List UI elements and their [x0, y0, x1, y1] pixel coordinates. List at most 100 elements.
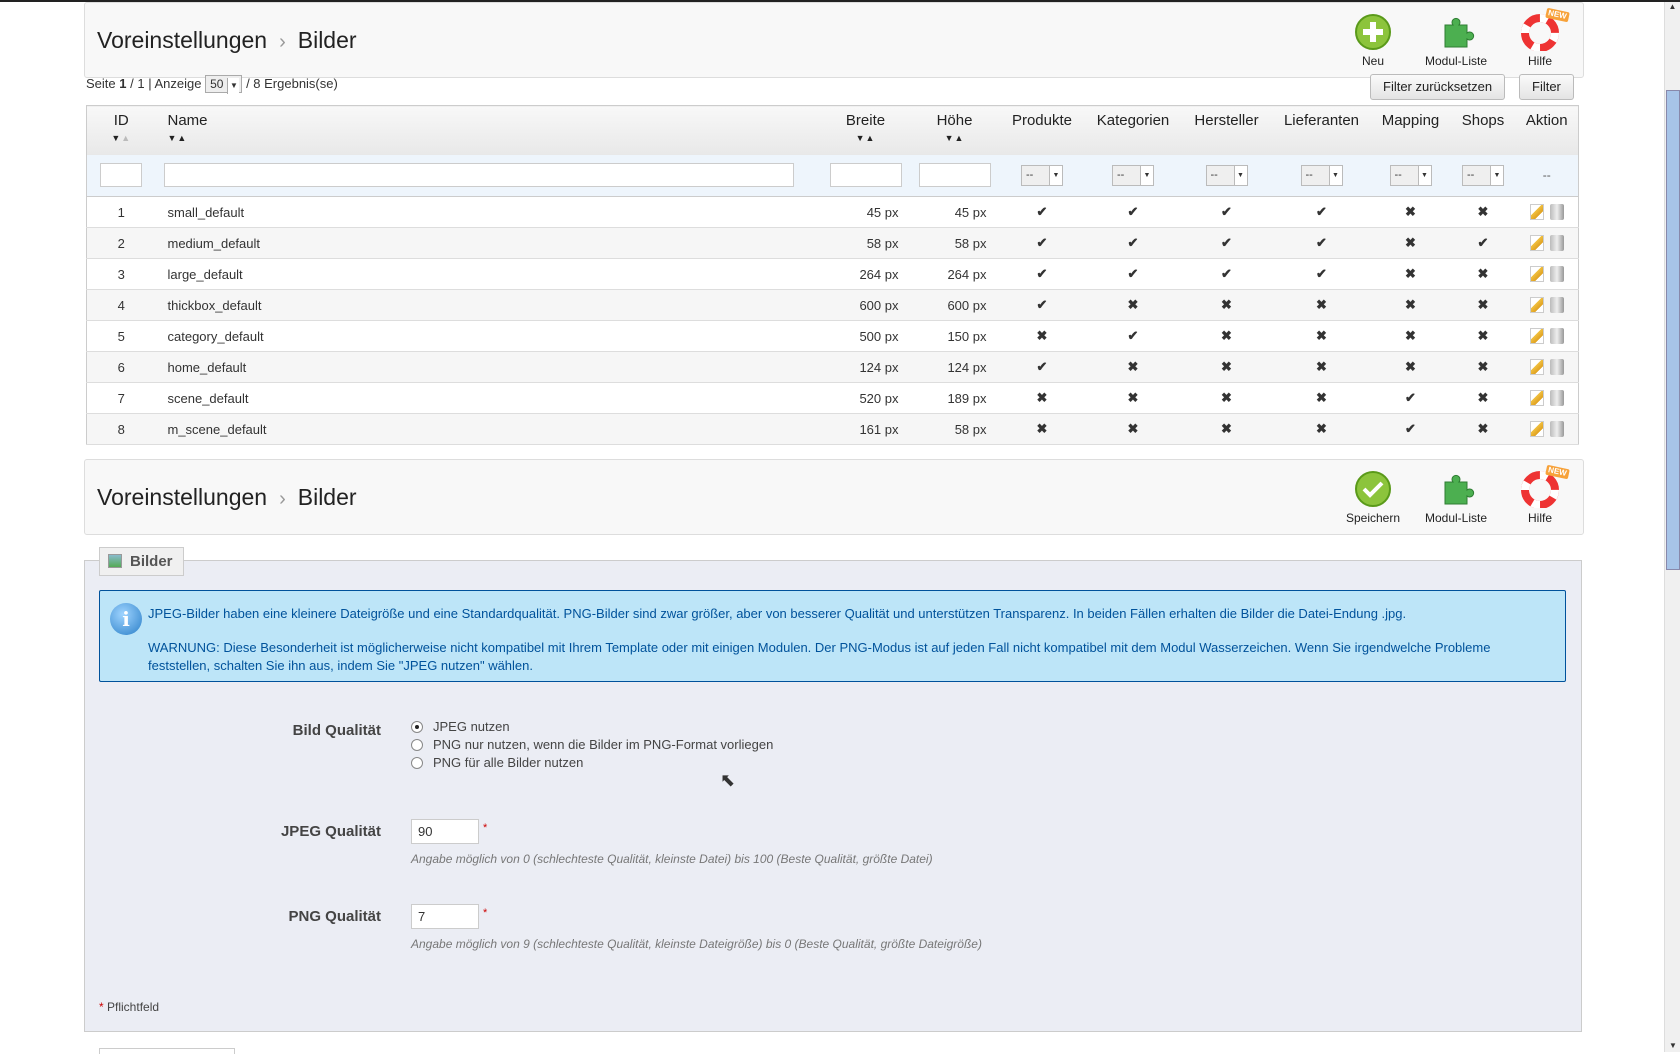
scroll-up-icon[interactable]: ▲ — [1665, 2, 1680, 11]
table-row[interactable]: 5 category_default 500 px 150 px ✖ ✔ ✖ ✖ ✖ ✖ — [86, 320, 1579, 352]
delete-icon[interactable] — [1549, 297, 1564, 314]
breadcrumb-voreinstellungen[interactable]: Voreinstellungen — [97, 27, 267, 53]
filter-button[interactable]: Filter — [1519, 74, 1574, 100]
per-page-value: 50 — [210, 77, 224, 91]
filter-width-input[interactable] — [829, 163, 902, 188]
filter-suppliers-select[interactable]: -- — [1300, 164, 1343, 186]
edit-icon[interactable] — [1529, 266, 1544, 283]
cell-name: medium_default — [155, 227, 821, 259]
column-header-action: Aktion — [1515, 105, 1579, 155]
cell-height: 45 px — [910, 196, 999, 228]
suppliers-disabled-cross-icon: ✖ — [1272, 320, 1371, 352]
categories-enabled-check-icon: ✔ — [1085, 258, 1181, 290]
scrollbar-thumb[interactable] — [1666, 90, 1680, 570]
mapping-disabled-cross-icon: ✖ — [1370, 227, 1451, 259]
radio-label: PNG nur nutzen, wenn die Bilder im PNG-F… — [433, 737, 774, 752]
filter-mapping-select[interactable]: -- — [1389, 164, 1432, 186]
scroll-down-icon[interactable]: ▼ — [1665, 1041, 1680, 1050]
column-header-products: Produkte — [998, 105, 1086, 155]
delete-icon[interactable] — [1549, 328, 1564, 345]
sort-icons[interactable]: ▼▲ — [821, 133, 911, 143]
sort-icons[interactable]: ▼▲ — [911, 133, 999, 143]
cell-id: 7 — [86, 382, 156, 414]
jpeg-quality-input[interactable]: 90 — [411, 819, 479, 844]
legend-label: Bilder — [130, 553, 173, 570]
delete-icon[interactable] — [1549, 235, 1564, 252]
cell-name: large_default — [155, 258, 821, 290]
radio-button[interactable] — [411, 757, 423, 769]
filter-categories-select[interactable]: -- — [1112, 164, 1154, 186]
module-list-button[interactable]: Modul-Liste — [1416, 470, 1496, 525]
delete-icon[interactable] — [1549, 359, 1564, 376]
table-row[interactable]: 3 large_default 264 px 264 px ✔ ✔ ✔ ✔ ✖ ✖ — [86, 258, 1579, 290]
categories-disabled-cross-icon: ✖ — [1085, 382, 1181, 414]
help-button[interactable]: NEW Hilfe — [1500, 7, 1580, 68]
delete-icon[interactable] — [1549, 204, 1564, 221]
edit-icon[interactable] — [1529, 421, 1544, 438]
cell-actions — [1515, 196, 1579, 228]
sort-icons[interactable]: ▼▲ — [87, 133, 156, 143]
edit-icon[interactable] — [1529, 328, 1544, 345]
column-label: Höhe — [936, 112, 973, 129]
table-row[interactable]: 2 medium_default 58 px 58 px ✔ ✔ ✔ ✔ ✖ ✔ — [86, 227, 1579, 259]
cell-height: 150 px — [910, 320, 999, 352]
suppliers-disabled-cross-icon: ✖ — [1272, 382, 1371, 414]
partial-button[interactable] — [99, 1048, 235, 1054]
filter-id-input[interactable] — [100, 163, 143, 188]
help-button[interactable]: NEW Hilfe — [1500, 464, 1580, 525]
radio-jpeg[interactable]: JPEG nutzen — [411, 719, 510, 734]
shops-disabled-cross-icon: ✖ — [1450, 413, 1516, 445]
categories-disabled-cross-icon: ✖ — [1085, 351, 1181, 383]
delete-icon[interactable] — [1549, 390, 1564, 407]
column-header-mapping: Mapping — [1370, 105, 1451, 155]
radio-png-all[interactable]: PNG für alle Bilder nutzen — [411, 755, 583, 770]
edit-icon[interactable] — [1529, 297, 1544, 314]
module-list-button[interactable]: Modul-Liste — [1416, 13, 1496, 68]
table-row[interactable]: 6 home_default 124 px 124 px ✔ ✖ ✖ ✖ ✖ ✖ — [86, 351, 1579, 383]
mapping-disabled-cross-icon: ✖ — [1370, 258, 1451, 290]
save-button[interactable]: Speichern — [1333, 470, 1413, 525]
products-enabled-check-icon: ✔ — [998, 227, 1086, 259]
filter-shops-select[interactable]: -- — [1462, 164, 1504, 186]
table-row[interactable]: 7 scene_default 520 px 189 px ✖ ✖ ✖ ✖ ✔ ✖ — [86, 382, 1579, 414]
sort-icons[interactable]: ▼▲ — [168, 133, 821, 143]
filter-name-input[interactable] — [163, 163, 794, 188]
vertical-scrollbar[interactable]: ▲ ▼ — [1664, 2, 1680, 1052]
delete-icon[interactable] — [1549, 266, 1564, 283]
shops-disabled-cross-icon: ✖ — [1450, 320, 1516, 352]
column-header-id: ID ▼▲ — [86, 105, 156, 155]
column-header-name: Name ▼▲ — [155, 105, 821, 155]
reset-filter-button[interactable]: Filter zurücksetzen — [1370, 74, 1506, 100]
breadcrumb-voreinstellungen[interactable]: Voreinstellungen — [97, 484, 267, 510]
suppliers-disabled-cross-icon: ✖ — [1272, 289, 1371, 321]
categories-enabled-check-icon: ✔ — [1085, 320, 1181, 352]
module-list-label: Modul-Liste — [1424, 54, 1488, 68]
cell-width: 45 px — [820, 196, 911, 228]
column-label: Breite — [845, 112, 886, 129]
per-page-select[interactable]: 50 ▼ — [205, 75, 243, 94]
edit-icon[interactable] — [1529, 359, 1544, 376]
edit-icon[interactable] — [1529, 235, 1544, 252]
new-button[interactable]: Neu — [1333, 13, 1413, 68]
table-row[interactable]: 1 small_default 45 px 45 px ✔ ✔ ✔ ✔ ✖ ✖ — [86, 196, 1579, 228]
breadcrumb-bilder: Bilder — [297, 484, 357, 510]
cell-height: 600 px — [910, 289, 999, 321]
png-quality-input[interactable]: 7 — [411, 904, 479, 929]
delete-icon[interactable] — [1549, 421, 1564, 438]
radio-button[interactable] — [411, 739, 423, 751]
edit-icon[interactable] — [1529, 204, 1544, 221]
filter-products-select[interactable]: -- — [1021, 164, 1063, 186]
filter-manufacturers-select[interactable]: -- — [1205, 164, 1248, 186]
cell-width: 124 px — [820, 351, 911, 383]
edit-icon[interactable] — [1529, 390, 1544, 407]
radio-png-if-png[interactable]: PNG nur nutzen, wenn die Bilder im PNG-F… — [411, 737, 773, 752]
radio-button[interactable] — [411, 721, 423, 733]
manufacturers-disabled-cross-icon: ✖ — [1180, 351, 1273, 383]
cell-name: small_default — [155, 196, 821, 228]
cell-id: 2 — [86, 227, 156, 259]
table-row[interactable]: 4 thickbox_default 600 px 600 px ✔ ✖ ✖ ✖ ✖ ✖ — [86, 289, 1579, 321]
radio-label: JPEG nutzen — [433, 719, 510, 734]
suppliers-enabled-check-icon: ✔ — [1272, 196, 1371, 228]
table-row[interactable]: 8 m_scene_default 161 px 58 px ✖ ✖ ✖ ✖ ✔ ✖ — [86, 413, 1579, 445]
filter-height-input[interactable] — [918, 163, 991, 188]
